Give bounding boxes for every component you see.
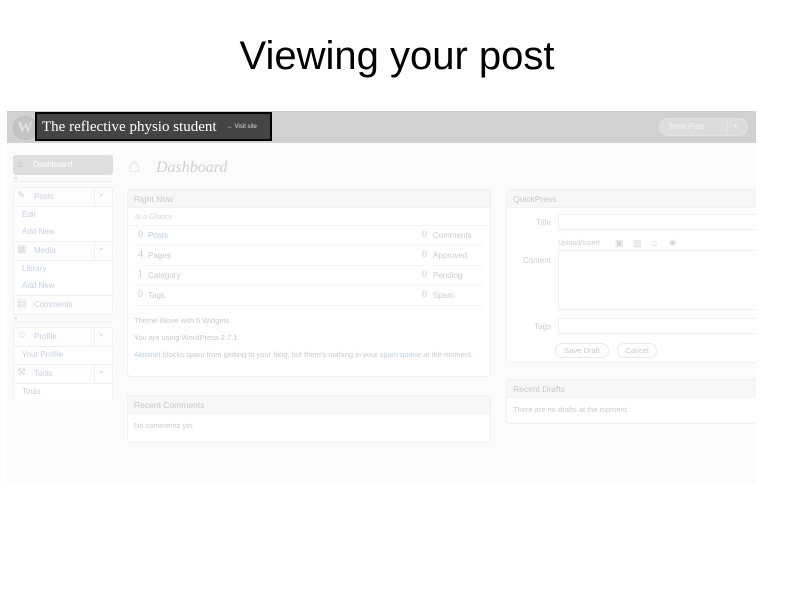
pending-link[interactable]: Pending: [433, 271, 462, 280]
page-title: Dashboard: [156, 159, 228, 176]
stat-row: 1 Category 0 Pending: [134, 266, 484, 286]
admin-header: W The reflective physio student ← Visit …: [7, 111, 756, 143]
title-label: Title: [536, 218, 551, 227]
akismet-info: Akismet blocks spam from getting to your…: [134, 350, 474, 359]
spam-queue-link[interactable]: spam queue: [380, 350, 421, 359]
recent-comments-widget: Recent Comments No comments yet.: [127, 395, 491, 443]
sidebar-item-tools[interactable]: ⚒ Tools ▾: [13, 364, 113, 384]
stat-row: 0 Tags 0 Spam: [134, 286, 484, 306]
recent-drafts-widget: Recent Drafts There are no drafts at the…: [506, 379, 756, 424]
content-textarea[interactable]: [558, 250, 756, 310]
pages-count[interactable]: 4: [138, 249, 143, 260]
collapse-arrow-icon: «: [14, 176, 18, 182]
new-post-divider: [727, 121, 728, 133]
add-video-icon[interactable]: ▥: [633, 238, 642, 249]
sidebar-subitem-add-new-media[interactable]: Add New: [13, 278, 113, 295]
cancel-button[interactable]: Cancel: [617, 343, 657, 358]
sidebar-item-label: Profile: [34, 332, 57, 341]
menu-collapse-separator[interactable]: «: [13, 315, 113, 327]
akismet-link[interactable]: Akismet: [134, 350, 161, 359]
wordpress-logo-icon[interactable]: W: [13, 116, 37, 140]
sidebar-item-comments[interactable]: ▤ Comments: [13, 295, 113, 315]
tags-input[interactable]: [558, 318, 756, 334]
sidebar-item-dashboard[interactable]: ⌂ Dashboard: [13, 155, 113, 175]
recent-comments-empty: No comments yet.: [134, 421, 195, 430]
content-label: Content: [522, 256, 551, 265]
widget-title[interactable]: Recent Drafts: [507, 380, 756, 398]
chevron-down-icon: ▾: [100, 370, 104, 376]
wordpress-dashboard-screenshot: W The reflective physio student ← Visit …: [7, 111, 756, 484]
pencil-icon: ✎: [17, 190, 26, 201]
slide-title: Viewing your post: [239, 34, 555, 78]
widget-title[interactable]: QuickPress: [507, 190, 756, 208]
posts-toggle[interactable]: ▾: [94, 188, 112, 206]
add-audio-icon[interactable]: ♫: [651, 238, 658, 248]
approved-link[interactable]: Approved: [433, 251, 467, 260]
sidebar-subitem-tools[interactable]: Tools: [13, 384, 113, 401]
comments-link[interactable]: Comments: [433, 231, 472, 240]
tools-toggle[interactable]: ▾: [94, 365, 112, 383]
approved-count[interactable]: 0: [422, 249, 427, 260]
theme-info: Theme iNove with 5 Widgets: [134, 316, 230, 325]
menu-collapse-separator[interactable]: «: [13, 175, 113, 187]
chevron-down-icon[interactable]: ▾: [734, 122, 738, 130]
tags-count[interactable]: 0: [138, 289, 143, 300]
stat-row: 0 Posts 0 Comments: [134, 226, 484, 246]
new-post-label: New Post: [670, 122, 705, 131]
add-media-icon[interactable]: ✺: [669, 238, 677, 249]
chevron-down-icon: ▾: [100, 247, 104, 253]
users-icon: ☺: [17, 330, 28, 341]
upload-insert-label: Upload/Insert: [558, 240, 600, 247]
widget-title[interactable]: Right Now: [128, 190, 490, 208]
visit-site-link[interactable]: ← Visit site: [227, 124, 257, 130]
quickpress-widget: QuickPress Title Upload/Insert ▣ ▥ ♫ ✺ C…: [506, 189, 756, 363]
title-input[interactable]: [558, 214, 756, 230]
sidebar-subitem-edit[interactable]: Edit: [13, 207, 113, 224]
recent-drafts-empty: There are no drafts at the moment.: [513, 405, 629, 414]
add-image-icon[interactable]: ▣: [615, 238, 624, 249]
version-info: You are using WordPress 2.7.1: [134, 333, 238, 342]
media-toggle[interactable]: ▾: [94, 242, 112, 260]
sidebar-item-label: Posts: [34, 192, 55, 201]
pages-link[interactable]: Pages: [148, 251, 171, 260]
comments-icon: ▤: [17, 298, 27, 309]
new-post-button[interactable]: New Post ▾: [659, 118, 748, 136]
category-link[interactable]: Category: [148, 271, 180, 280]
posts-link[interactable]: Posts: [148, 231, 168, 240]
media-icon: ▦: [17, 244, 27, 255]
sidebar-item-posts[interactable]: ✎ Posts ▾: [13, 187, 113, 207]
sidebar-item-label: Comments: [34, 300, 73, 309]
tags-link[interactable]: Tags: [148, 291, 165, 300]
dashboard-home-icon: ⌂: [128, 155, 141, 177]
sidebar-item-media[interactable]: ▦ Media ▾: [13, 241, 113, 261]
comments-count[interactable]: 0: [422, 229, 427, 240]
site-title-highlight: The reflective physio student ← Visit si…: [35, 112, 272, 141]
sidebar-item-profile[interactable]: ☺ Profile ▾: [13, 327, 113, 347]
sidebar-item-label: Tools: [34, 369, 53, 378]
category-count[interactable]: 1: [138, 269, 143, 280]
sidebar-subitem-your-profile[interactable]: Your Profile: [13, 347, 113, 364]
sidebar-item-label: Dashboard: [33, 160, 73, 169]
widget-title[interactable]: Recent Comments: [128, 396, 490, 414]
tools-icon: ⚒: [17, 367, 26, 378]
sidebar-subitem-library[interactable]: Library: [13, 261, 113, 278]
right-now-widget: Right Now At a Glance 0 Posts 0 Comments…: [127, 189, 491, 377]
sidebar-subitem-add-new-post[interactable]: Add New: [13, 224, 113, 241]
collapse-arrow-icon: «: [14, 316, 18, 322]
sidebar-item-label: Media: [34, 246, 56, 255]
posts-count[interactable]: 0: [138, 229, 143, 240]
stat-row: 4 Pages 0 Approved: [134, 246, 484, 266]
home-icon: ⌂: [17, 159, 24, 170]
profile-toggle[interactable]: ▾: [94, 328, 112, 346]
save-draft-button[interactable]: Save Draft: [555, 343, 609, 358]
admin-sidebar: ⌂ Dashboard « ✎ Posts ▾ Edit Add New ▦ M…: [13, 155, 113, 401]
tags-label: Tags: [534, 322, 551, 331]
spam-link[interactable]: Spam: [433, 291, 454, 300]
site-title-link[interactable]: The reflective physio student: [42, 119, 217, 136]
chevron-down-icon: ▾: [100, 193, 104, 199]
pending-count[interactable]: 0: [422, 269, 427, 280]
at-a-glance-subtitle: At a Glance: [128, 208, 490, 226]
chevron-down-icon: ▾: [100, 333, 104, 339]
spam-count[interactable]: 0: [422, 289, 427, 300]
